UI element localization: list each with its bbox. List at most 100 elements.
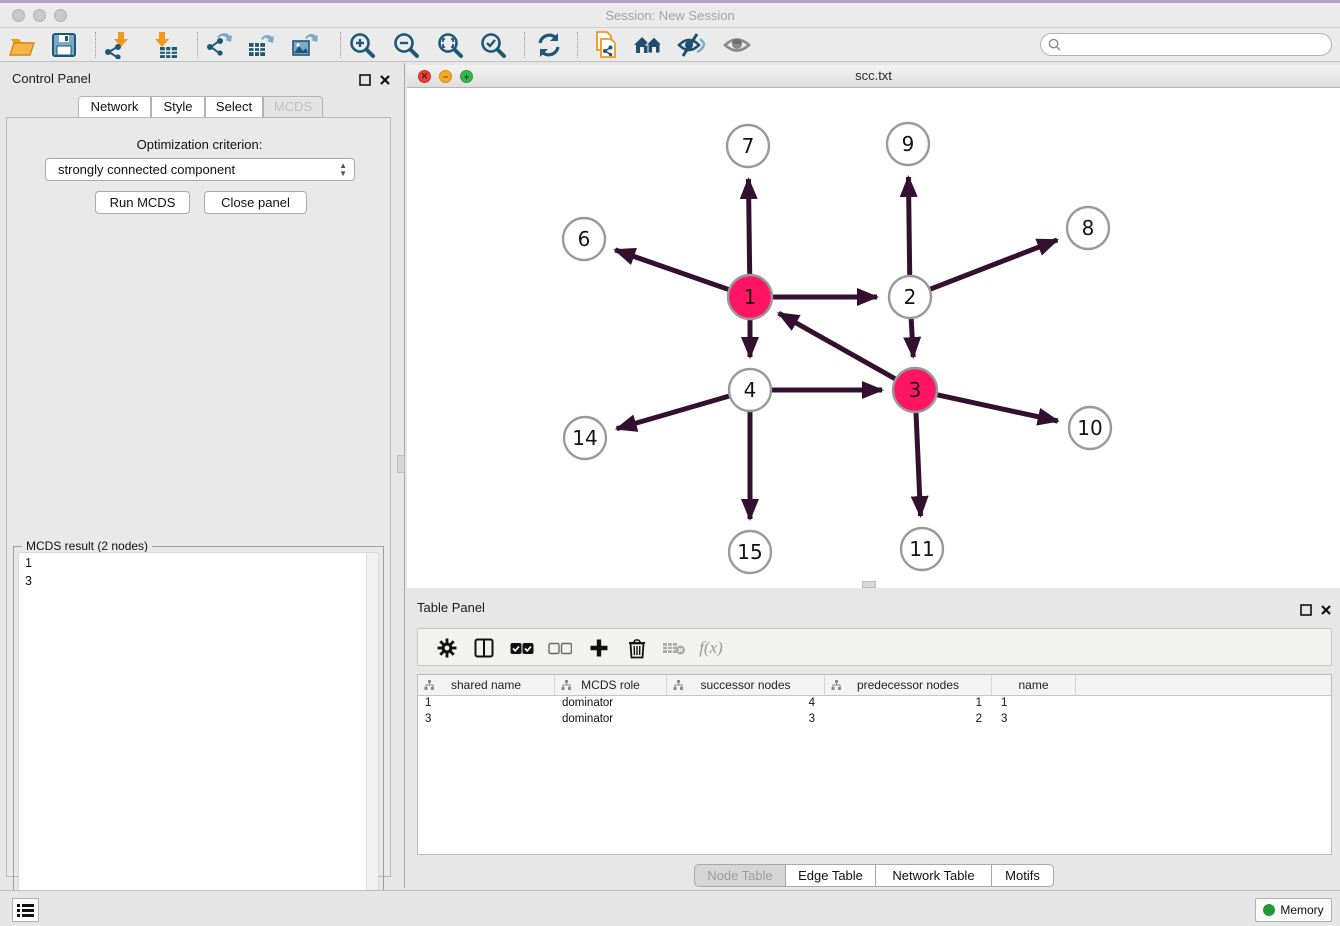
tab-network-table[interactable]: Network Table [876,864,992,887]
graph-edge-1-6[interactable] [615,250,746,296]
graph-node-7[interactable]: 7 [727,125,769,167]
export-table-button[interactable] [246,30,276,60]
graph-edge-3-10[interactable] [919,391,1058,421]
node-label: 3 [909,378,922,402]
tab-network[interactable]: Network [78,96,151,118]
mcds-result-textarea[interactable]: 1 3 [18,552,379,919]
export-network-button[interactable] [204,30,234,60]
delete-button[interactable] [624,636,650,660]
tab-style[interactable]: Style [151,96,205,118]
cell-mcds-role[interactable]: dominator [555,696,667,712]
show-all-button[interactable] [722,30,752,60]
tab-mcds[interactable]: MCDS [263,96,323,118]
float-table-panel-button[interactable] [1300,603,1312,621]
table-row[interactable]: 1 dominator 4 1 1 [418,696,1331,712]
table-row[interactable]: 3 dominator 3 2 3 [418,712,1331,728]
tab-edge-table[interactable]: Edge Table [786,864,876,887]
graph-node-9[interactable]: 9 [887,123,929,165]
vertical-splitter[interactable] [404,63,405,888]
cell-shared-name[interactable]: 1 [418,696,555,712]
cell-successor-nodes[interactable]: 3 [667,712,825,728]
tab-node-table[interactable]: Node Table [694,864,786,887]
memory-button[interactable]: Memory [1255,898,1332,922]
cell-mcds-role[interactable]: dominator [555,712,667,728]
graph-edge-4-14[interactable] [617,391,746,429]
export-image-button[interactable] [290,30,320,60]
close-network-button[interactable]: ✕ [418,70,431,83]
select-all-button[interactable] [509,636,535,660]
save-session-button[interactable] [49,30,79,60]
network-window-titlebar[interactable]: ✕ − + scc.txt [407,65,1340,88]
hierarchy-icon [561,680,572,691]
delete-table-button[interactable] [661,636,687,660]
column-header-name[interactable]: name [992,675,1076,695]
zoom-fit-icon [436,31,464,59]
open-folder-icon [8,31,36,59]
search-field[interactable] [1040,33,1332,56]
cell-name[interactable]: 1 [992,696,1076,712]
toggle-columns-button[interactable] [471,636,497,660]
column-header-mcds-role[interactable]: MCDS role [555,675,667,695]
zoom-selected-button[interactable] [478,30,508,60]
column-header-successor-nodes[interactable]: successor nodes [667,675,825,695]
close-icon [1320,604,1332,616]
graph-edge-2-8[interactable] [914,240,1058,296]
maximize-window-button[interactable] [54,9,67,22]
refresh-button[interactable] [534,30,564,60]
import-network-button[interactable] [102,30,132,60]
import-table-button[interactable] [150,30,180,60]
home-button[interactable] [633,30,663,60]
graph-node-15[interactable]: 15 [729,531,771,573]
result-scrollbar[interactable] [366,553,378,918]
close-window-button[interactable] [12,9,25,22]
deselect-all-button[interactable] [547,636,573,660]
tab-motifs[interactable]: Motifs [992,864,1054,887]
column-header-shared-name[interactable]: shared name [418,675,555,695]
tab-select[interactable]: Select [205,96,263,118]
column-header-predecessor-nodes[interactable]: predecessor nodes [825,675,992,695]
splitter-handle[interactable] [397,455,405,473]
open-session-button[interactable] [7,30,37,60]
function-builder-button[interactable]: f(x) [698,636,724,660]
float-panel-button[interactable] [359,73,371,91]
graph-node-4[interactable]: 4 [729,369,771,411]
graph-node-1[interactable]: 1 [728,275,772,319]
graph-node-14[interactable]: 14 [564,417,606,459]
graph-node-8[interactable]: 8 [1067,207,1109,249]
cell-successor-nodes[interactable]: 4 [667,696,825,712]
graph-node-3[interactable]: 3 [893,368,937,412]
cell-shared-name[interactable]: 3 [418,712,555,728]
columns-icon [474,638,494,658]
add-button[interactable] [586,636,612,660]
graph-node-2[interactable]: 2 [889,276,931,318]
close-table-panel-button[interactable] [1320,603,1332,621]
graph-edge-3-1[interactable] [779,313,912,388]
zoom-in-button[interactable] [347,30,377,60]
close-panel-button-mcds[interactable]: Close panel [204,191,307,214]
zoom-fit-button[interactable] [435,30,465,60]
minimize-network-button[interactable]: − [439,70,452,83]
close-panel-button[interactable] [379,73,391,91]
run-mcds-button[interactable]: Run MCDS [95,191,190,214]
cell-predecessor-nodes[interactable]: 1 [825,696,992,712]
network-canvas[interactable]: 7 9 6 8 1 2 4 3 14 10 15 11 [407,88,1340,588]
task-history-button[interactable] [12,898,39,922]
optimization-criterion-select[interactable]: strongly connected component ▲▼ [45,158,355,181]
gear-icon [437,638,457,658]
table-settings-button[interactable] [434,636,460,660]
graph-node-6[interactable]: 6 [563,218,605,260]
duplicate-network-button[interactable] [590,30,620,60]
graph-node-11[interactable]: 11 [901,528,943,570]
graph-node-10[interactable]: 10 [1069,407,1111,449]
cell-predecessor-nodes[interactable]: 2 [825,712,992,728]
search-input[interactable] [1065,38,1331,52]
horizontal-splitter-handle[interactable] [862,581,876,588]
minimize-window-button[interactable] [33,9,46,22]
hierarchy-icon [831,680,842,691]
toolbar-separator [577,32,578,58]
zoom-out-button[interactable] [391,30,421,60]
maximize-network-button[interactable]: + [460,70,473,83]
zoom-selected-icon [479,31,507,59]
hide-selected-button[interactable] [676,30,706,60]
cell-name[interactable]: 3 [992,712,1076,728]
